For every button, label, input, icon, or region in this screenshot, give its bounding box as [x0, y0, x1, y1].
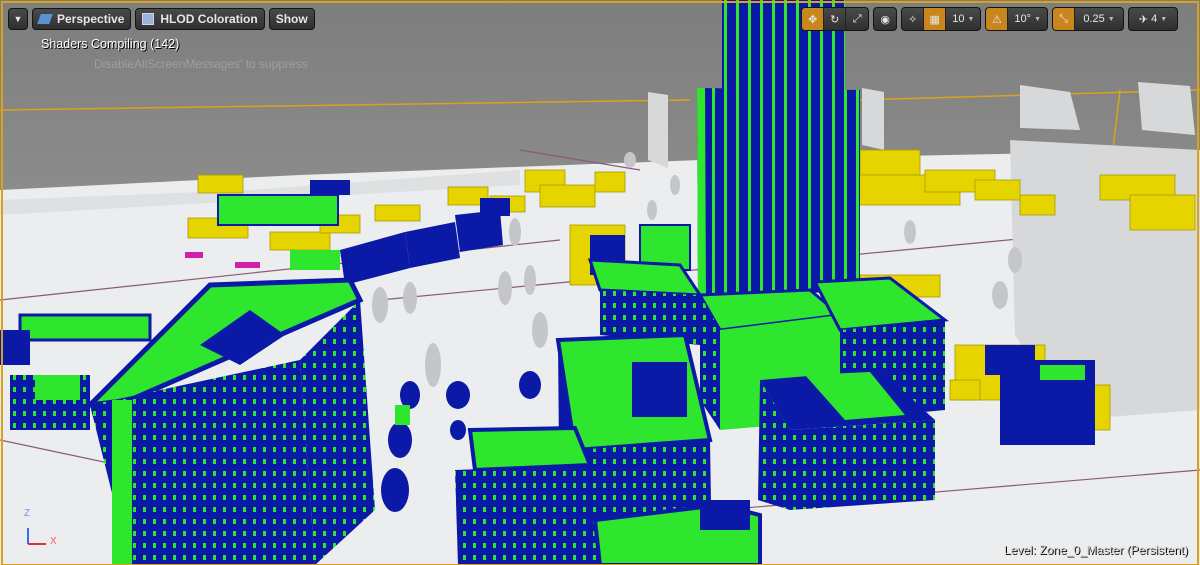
chevron-down-icon: ▼ — [1034, 15, 1041, 23]
axis-x-label: X — [50, 536, 57, 547]
rotation-snap-icon[interactable]: ⚠ — [986, 8, 1009, 30]
perspective-label: Perspective — [57, 12, 125, 26]
suppress-messages-hint: DisableAllScreenMessages' to suppress — [94, 57, 308, 71]
hlod-coloration-label: HLOD Coloration — [160, 12, 258, 26]
coordinate-space-group: ◉ — [873, 7, 898, 31]
scale-snap-group: ⤡ 0.25 ▼ — [1052, 7, 1124, 31]
camera-speed-value: 4 — [1151, 13, 1158, 25]
axis-z-label: Z — [24, 508, 31, 519]
rotate-icon[interactable]: ↻ — [824, 8, 847, 30]
shader-compiling-message: Shaders Compiling (142) — [41, 37, 180, 51]
grid-snap-group: ✧ ▦ 10 ▼ — [901, 7, 982, 31]
viewport-toolbar-right: ✥ ↻ ⤢ ◉ ✧ ▦ 10 ▼ ⚠ 10° ▼ ⤡ 0.25 ▼ ✈ 4 ▼ — [801, 7, 1178, 31]
show-label: Show — [275, 12, 308, 26]
scale-snap-value-dropdown[interactable]: 0.25 ▼ — [1075, 8, 1123, 30]
transform-tools-group: ✥ ↻ ⤢ — [801, 7, 870, 31]
surface-snap-icon[interactable]: ✧ — [902, 8, 925, 30]
select-move-icon[interactable]: ✥ — [802, 8, 825, 30]
level-label: Level: — [1003, 543, 1036, 557]
show-button[interactable]: Show — [268, 8, 315, 30]
viewport-toolbar-left: ▼ Perspective HLOD Coloration Show — [8, 7, 315, 31]
grid-snap-value-dropdown[interactable]: 10 ▼ — [946, 8, 980, 30]
scale-snap-value: 0.25 — [1083, 13, 1105, 25]
chevron-down-icon: ▼ — [13, 14, 23, 24]
grid-snap-value: 10 — [952, 13, 965, 25]
view-mode-icon — [142, 13, 155, 25]
rotation-snap-group: ⚠ 10° ▼ — [985, 7, 1048, 31]
level-name: Zone_0_Master (Persistent) — [1039, 543, 1188, 557]
chevron-down-icon: ▼ — [1107, 15, 1115, 23]
camera-speed-group: ✈ 4 ▼ — [1128, 7, 1178, 31]
rotation-snap-value-dropdown[interactable]: 10° ▼ — [1008, 8, 1047, 30]
camera-speed-icon: ✈ — [1138, 13, 1149, 26]
grid-snap-icon[interactable]: ▦ — [924, 8, 947, 30]
camera-speed-dropdown[interactable]: ✈ 4 ▼ — [1129, 8, 1177, 30]
viewport-options-button[interactable]: ▼ — [8, 8, 28, 30]
level-viewport[interactable]: ▼ Perspective HLOD Coloration Show ✥ ↻ ⤢… — [0, 0, 1200, 565]
axis-gizmo: Z X — [18, 508, 58, 552]
scale-snap-icon[interactable]: ⤡ — [1053, 8, 1075, 30]
chevron-down-icon: ▼ — [1160, 15, 1168, 23]
rotation-snap-value: 10° — [1014, 13, 1032, 25]
hlod-coloration-button[interactable]: HLOD Coloration — [135, 8, 265, 30]
scene-render — [0, 0, 1200, 565]
chevron-down-icon: ▼ — [967, 15, 975, 23]
level-status: Level: Zone_0_Master (Persistent) — [1004, 543, 1188, 557]
scale-icon[interactable]: ⤢ — [846, 8, 868, 30]
block-low-center — [455, 425, 595, 565]
perspective-button[interactable]: Perspective — [32, 8, 132, 30]
world-local-icon[interactable]: ◉ — [874, 8, 896, 30]
perspective-cube-icon — [37, 14, 53, 24]
